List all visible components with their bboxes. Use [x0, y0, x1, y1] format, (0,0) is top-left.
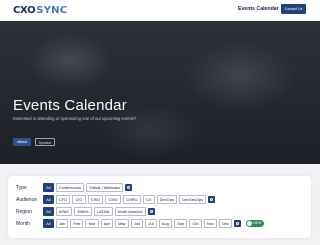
- month-chip-apr[interactable]: Apr: [100, 219, 113, 228]
- month-chip-feb[interactable]: Feb: [70, 219, 84, 228]
- filter-chips-type: All Conferences Virtual / Webinars: [43, 183, 133, 192]
- month-chip-jan[interactable]: Jan: [55, 219, 69, 228]
- audience-chip-chro[interactable]: CHRO: [122, 195, 141, 204]
- region-chip-emea[interactable]: EMEA: [74, 207, 92, 216]
- attend-button[interactable]: Attend: [13, 138, 31, 146]
- gear-icon[interactable]: [234, 220, 242, 227]
- audience-chip-cmo[interactable]: CMO: [105, 195, 121, 204]
- month-chip-mar[interactable]: Mar: [85, 219, 99, 228]
- audience-chip-cio[interactable]: CIO: [72, 195, 86, 204]
- month-chip-aug[interactable]: Aug: [158, 219, 173, 228]
- gear-icon[interactable]: [125, 184, 133, 191]
- month-chip-nov[interactable]: Nov: [203, 219, 218, 228]
- filter-label-audience: Audience: [16, 197, 37, 203]
- page-title: Events Calendar: [13, 97, 127, 114]
- gear-icon[interactable]: [208, 196, 216, 203]
- month-chip-all[interactable]: All: [43, 219, 54, 228]
- month-chip-dec[interactable]: Dec: [219, 219, 233, 228]
- site-header: CXO SYNC Events Calendar Contact Us: [0, 0, 320, 22]
- filter-chips-audience: All CFO CIO CISO CMO CHRO CX DevOps DevS…: [43, 195, 216, 204]
- region-chip-apac[interactable]: APAC: [55, 207, 73, 216]
- audience-chip-ciso[interactable]: CISO: [87, 195, 104, 204]
- sponsor-button[interactable]: Sponsor: [35, 138, 55, 146]
- region-chip-all[interactable]: All: [43, 207, 54, 216]
- toggle-label: NEW: [253, 221, 262, 225]
- month-chip-oct[interactable]: Oct: [189, 219, 202, 228]
- hero-banner: Events Calendar Interested in attending …: [0, 21, 320, 164]
- filter-label-month: Month: [16, 221, 30, 227]
- region-chip-north-america[interactable]: North America: [114, 207, 146, 216]
- filter-chips-region: All APAC EMEA LATAM North America: [43, 207, 155, 216]
- nav-events-calendar[interactable]: Events Calendar: [238, 6, 279, 12]
- type-chip-conferences[interactable]: Conferences: [55, 183, 85, 192]
- gear-icon[interactable]: [147, 208, 155, 215]
- month-chip-sep[interactable]: Sep: [174, 219, 188, 228]
- hero-subtitle: Interested in attending or sponsoring on…: [13, 116, 137, 121]
- month-chip-may[interactable]: May: [114, 219, 129, 228]
- region-chip-latam[interactable]: LATAM: [93, 207, 113, 216]
- filter-panel: Type All Conferences Virtual / Webinars …: [8, 176, 311, 238]
- logo[interactable]: CXO SYNC: [13, 5, 67, 16]
- audience-chip-cfo[interactable]: CFO: [55, 195, 71, 204]
- filter-chips-month: All Jan Feb Mar Apr May Jun Jul Aug Sep …: [43, 219, 265, 228]
- toggle-knob: [247, 221, 253, 226]
- audience-chip-devsecops[interactable]: DevSecOps: [179, 195, 207, 204]
- contact-us-button[interactable]: Contact Us: [281, 4, 306, 14]
- filter-label-region: Region: [16, 209, 32, 215]
- filter-label-type: Type: [16, 185, 27, 191]
- logo-mark: CXO: [13, 5, 36, 16]
- type-chip-virtual[interactable]: Virtual / Webinars: [86, 183, 124, 192]
- month-chip-jul[interactable]: Jul: [145, 219, 157, 228]
- type-chip-all[interactable]: All: [43, 183, 54, 192]
- new-toggle[interactable]: NEW: [246, 220, 265, 227]
- month-chip-jun[interactable]: Jun: [130, 219, 144, 228]
- audience-chip-cx[interactable]: CX: [142, 195, 155, 204]
- audience-chip-devops[interactable]: DevOps: [156, 195, 177, 204]
- logo-text: SYNC: [36, 5, 68, 16]
- audience-chip-all[interactable]: All: [43, 195, 54, 204]
